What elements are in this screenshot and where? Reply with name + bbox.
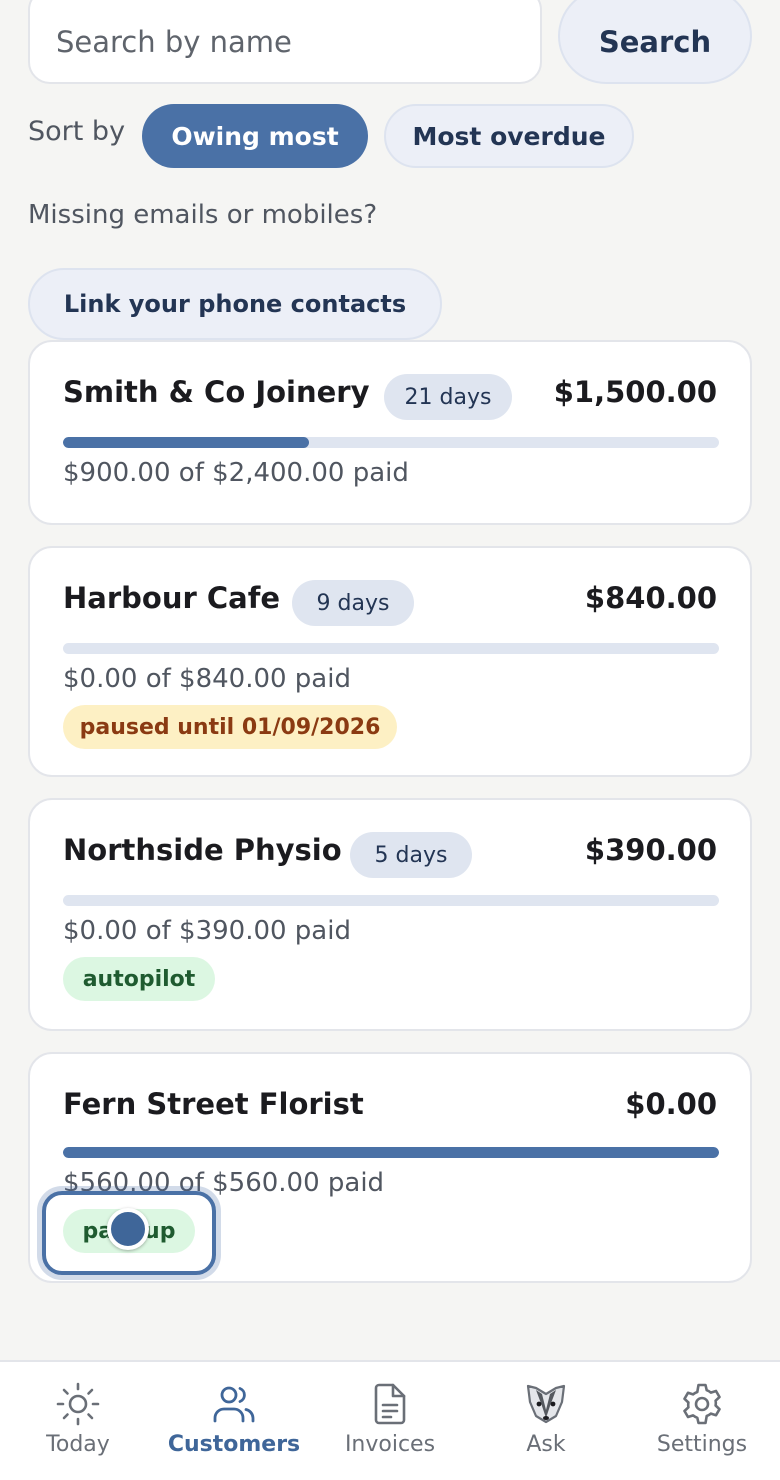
- paid-summary: $0.00 of $840.00 paid: [63, 664, 351, 694]
- missing-contacts-text: Missing emails or mobiles?: [28, 200, 378, 230]
- link-contacts-button[interactable]: Link your phone contacts: [28, 268, 442, 340]
- payment-progress-bar: [63, 437, 719, 448]
- document-icon: [374, 1383, 406, 1425]
- payment-progress-bar: [63, 1147, 719, 1158]
- badger-icon: [526, 1384, 566, 1424]
- paid-summary: $900.00 of $2,400.00 paid: [63, 458, 409, 488]
- search-button[interactable]: Search: [558, 0, 752, 84]
- customers-screen: Search Sort by Owing most Most overdue M…: [0, 0, 780, 1480]
- payment-progress-fill: [63, 437, 309, 448]
- sort-label: Sort by: [28, 116, 126, 147]
- payment-progress-bar: [63, 895, 719, 906]
- nav-label: Invoices: [344, 1432, 436, 1457]
- amount-owing: $0.00: [625, 1087, 717, 1121]
- nav-label: Ask: [526, 1432, 566, 1457]
- nav-label: Customers: [167, 1432, 301, 1457]
- amount-owing: $390.00: [584, 833, 717, 867]
- amount-owing: $840.00: [584, 581, 717, 615]
- customer-card[interactable]: Smith & Co Joinery 21 days $1,500.00 $90…: [28, 340, 752, 525]
- sort-owing-most-button[interactable]: Owing most: [142, 104, 368, 168]
- payment-progress-bar: [63, 643, 719, 654]
- overdue-days-badge: 9 days: [292, 580, 414, 626]
- customer-name: Fern Street Florist: [63, 1087, 364, 1121]
- customer-name: Smith & Co Joinery: [63, 375, 370, 409]
- search-input[interactable]: [28, 0, 542, 84]
- sun-icon: [56, 1382, 100, 1426]
- nav-item-today[interactable]: Today: [18, 1362, 138, 1480]
- users-icon: [213, 1386, 255, 1423]
- customer-card[interactable]: Northside Physio 5 days $390.00 $0.00 of…: [28, 798, 752, 1031]
- customer-name: Harbour Cafe: [63, 581, 281, 615]
- nav-label: Today: [46, 1432, 110, 1457]
- sort-most-overdue-button[interactable]: Most overdue: [384, 104, 634, 168]
- customer-name: Northside Physio: [63, 833, 342, 867]
- overdue-days-badge: 21 days: [384, 374, 512, 420]
- paid-summary: $0.00 of $390.00 paid: [63, 916, 351, 946]
- overdue-days-badge: 5 days: [350, 832, 472, 878]
- nav-item-settings[interactable]: Settings: [642, 1362, 762, 1480]
- payment-progress-fill: [63, 1147, 719, 1158]
- nav-item-invoices[interactable]: Invoices: [330, 1362, 450, 1480]
- nav-label: Settings: [656, 1432, 748, 1457]
- bottom-nav: Today Customers Invoices Ask Settings: [0, 1360, 780, 1480]
- amount-owing: $1,500.00: [553, 375, 717, 409]
- nav-item-ask[interactable]: Ask: [486, 1362, 606, 1480]
- touch-cursor: [107, 1208, 149, 1250]
- nav-item-customers[interactable]: Customers: [164, 1362, 304, 1480]
- autopilot-status-tag: autopilot: [63, 957, 215, 1001]
- paused-status-tag: paused until 01/09/2026: [63, 705, 397, 749]
- gear-icon: [683, 1383, 721, 1425]
- customer-card[interactable]: Harbour Cafe 9 days $840.00 $0.00 of $84…: [28, 546, 752, 777]
